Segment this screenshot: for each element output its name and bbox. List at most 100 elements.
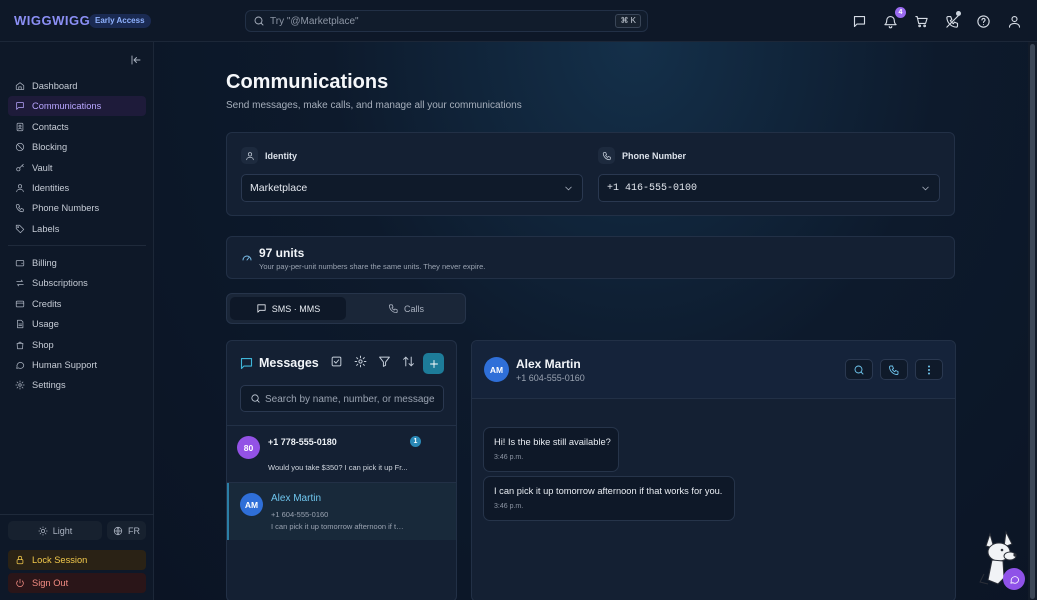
phone-number-label: Phone Number xyxy=(622,150,687,161)
brand-logo[interactable]: WIGGWIGG xyxy=(14,13,90,28)
call-button[interactable] xyxy=(880,359,908,380)
phone-number-value: +1 416-555-0100 xyxy=(607,182,698,194)
tab-calls[interactable]: Calls xyxy=(348,297,464,320)
credit-card-icon xyxy=(15,300,25,308)
sidebar-item-vault[interactable]: Vault xyxy=(8,158,146,178)
messages-settings-button[interactable] xyxy=(354,355,367,368)
sidebar-item-label: Human Support xyxy=(32,359,98,370)
sidebar-item-billing[interactable]: Billing xyxy=(8,253,146,273)
sidebar-bottom-divider xyxy=(0,514,154,515)
filter-button[interactable] xyxy=(378,355,391,368)
help-button[interactable] xyxy=(974,12,992,30)
conversation-preview: Would you take $350? I can pick it up Fr… xyxy=(268,463,408,472)
search-icon xyxy=(254,16,264,26)
chat-contact-name: Alex Martin xyxy=(516,357,581,371)
tab-label: SMS · MMS xyxy=(271,303,321,314)
theme-toggle-button[interactable]: Light xyxy=(8,521,102,540)
sidebar-item-identities[interactable]: Identities xyxy=(8,178,146,198)
shopping-bag-icon xyxy=(16,341,24,349)
message-bubble: I can pick it up tomorrow afternoon if t… xyxy=(483,476,735,521)
phone-number-select[interactable]: +1 416-555-0100 xyxy=(598,174,940,202)
conversation-item[interactable]: 80 +1 778-555-0180 1 Would you take $350… xyxy=(227,426,456,483)
sidebar-item-contacts[interactable]: Contacts xyxy=(8,117,146,137)
sidebar-item-label: Blocking xyxy=(32,142,68,153)
sidebar-item-dashboard[interactable]: Dashboard xyxy=(8,76,146,96)
sidebar-item-label: Billing xyxy=(32,258,57,268)
user-icon xyxy=(245,151,254,160)
checkbox-icon xyxy=(331,356,342,367)
tab-sms-mms[interactable]: SMS · MMS xyxy=(230,297,346,320)
chat-contact-phone: +1 604-555-0160 xyxy=(516,373,585,383)
user-icon xyxy=(16,184,24,193)
gauge-icon xyxy=(241,252,253,264)
call-status-button[interactable] xyxy=(943,11,961,30)
page-title: Communications xyxy=(226,71,389,93)
language-button[interactable]: FR xyxy=(107,521,146,540)
sidebar-item-human-support[interactable]: Human Support xyxy=(8,355,146,375)
identity-select[interactable]: Marketplace xyxy=(241,174,583,202)
tab-label: Calls xyxy=(403,303,424,314)
lock-session-button[interactable]: Lock Session xyxy=(8,550,146,570)
message-bubble: Hi! Is the bike still available? 3:46 p.… xyxy=(483,427,619,472)
gear-icon xyxy=(15,380,25,390)
sidebar-item-phone-numbers[interactable]: Phone Numbers xyxy=(8,198,146,218)
main-content: Communications Send messages, make calls… xyxy=(154,42,1028,600)
message-square-icon xyxy=(853,15,865,27)
globe-icon xyxy=(113,526,123,535)
global-search[interactable]: ⌘ K xyxy=(245,10,648,32)
sun-icon xyxy=(38,525,48,536)
message-text: Hi! Is the bike still available? xyxy=(494,437,611,447)
sidebar-item-label: Shop xyxy=(32,339,54,350)
lock-session-label: Lock Session xyxy=(32,555,88,565)
identity-heading-icon xyxy=(241,147,258,164)
tag-icon xyxy=(15,224,25,233)
unread-badge: 1 xyxy=(410,436,421,447)
more-options-button[interactable] xyxy=(915,359,943,380)
account-button[interactable] xyxy=(1005,12,1023,30)
sidebar-item-settings[interactable]: Settings xyxy=(8,375,146,395)
page-subtitle: Send messages, make calls, and manage al… xyxy=(226,100,522,111)
sidebar-item-labels[interactable]: Labels xyxy=(8,219,146,239)
sidebar-item-blocking[interactable]: Blocking xyxy=(8,137,146,157)
phone-icon xyxy=(602,151,611,160)
early-access-badge: Early Access xyxy=(89,14,151,28)
sidebar-item-shop[interactable]: Shop xyxy=(8,335,146,355)
channel-tabs: SMS · MMS Calls xyxy=(226,293,466,324)
theme-label: Light xyxy=(52,525,73,536)
units-description: Your pay-per-unit numbers share the same… xyxy=(259,262,486,271)
support-chat-button[interactable] xyxy=(1003,568,1025,590)
conversation-preview: I can pick it up tomorrow afternoon if t… xyxy=(271,522,406,531)
search-icon xyxy=(854,365,864,374)
sign-out-button[interactable]: Sign Out xyxy=(8,573,146,593)
chat-actions xyxy=(845,359,943,380)
page-scrollbar[interactable] xyxy=(1028,42,1037,600)
sidebar-item-credits[interactable]: Credits xyxy=(8,294,146,314)
messages-search-input[interactable] xyxy=(265,391,440,407)
message-text: I can pick it up tomorrow afternoon if t… xyxy=(494,486,723,496)
sidebar-item-subscriptions[interactable]: Subscriptions xyxy=(8,273,146,293)
messages-button[interactable] xyxy=(850,12,868,30)
scrollbar-thumb[interactable] xyxy=(1030,44,1035,599)
messages-title: Messages xyxy=(259,356,319,370)
units-card: 97 units Your pay-per-unit numbers share… xyxy=(226,236,955,279)
top-bar: WIGGWIGG Early Access ⌘ K 4 xyxy=(0,0,1037,42)
new-message-button[interactable] xyxy=(423,353,444,374)
power-icon xyxy=(16,578,24,587)
cart-button[interactable] xyxy=(912,12,930,30)
global-search-input[interactable] xyxy=(270,13,610,29)
search-chat-button[interactable] xyxy=(845,359,873,380)
conversation-item-selected[interactable]: AM Alex Martin +1 604-555-0160 I can pic… xyxy=(227,483,456,540)
sidebar-item-communications[interactable]: Communications xyxy=(8,96,146,117)
sidebar-item-usage[interactable]: Usage xyxy=(8,314,146,334)
collapse-sidebar-button[interactable] xyxy=(130,54,142,66)
phone-heading-icon xyxy=(598,147,615,164)
sort-button[interactable] xyxy=(402,355,415,368)
chat-bubble-icon xyxy=(16,361,25,369)
main-nav: Dashboard Communications Contacts Blocki… xyxy=(8,76,146,239)
select-messages-button[interactable] xyxy=(330,355,343,368)
notifications-button[interactable]: 4 xyxy=(881,7,906,30)
messages-search[interactable] xyxy=(240,385,444,412)
search-icon xyxy=(251,394,260,403)
message-time: 3:46 p.m. xyxy=(494,454,524,461)
messages-panel: Messages 80 +1 778-555-0180 xyxy=(226,340,457,600)
